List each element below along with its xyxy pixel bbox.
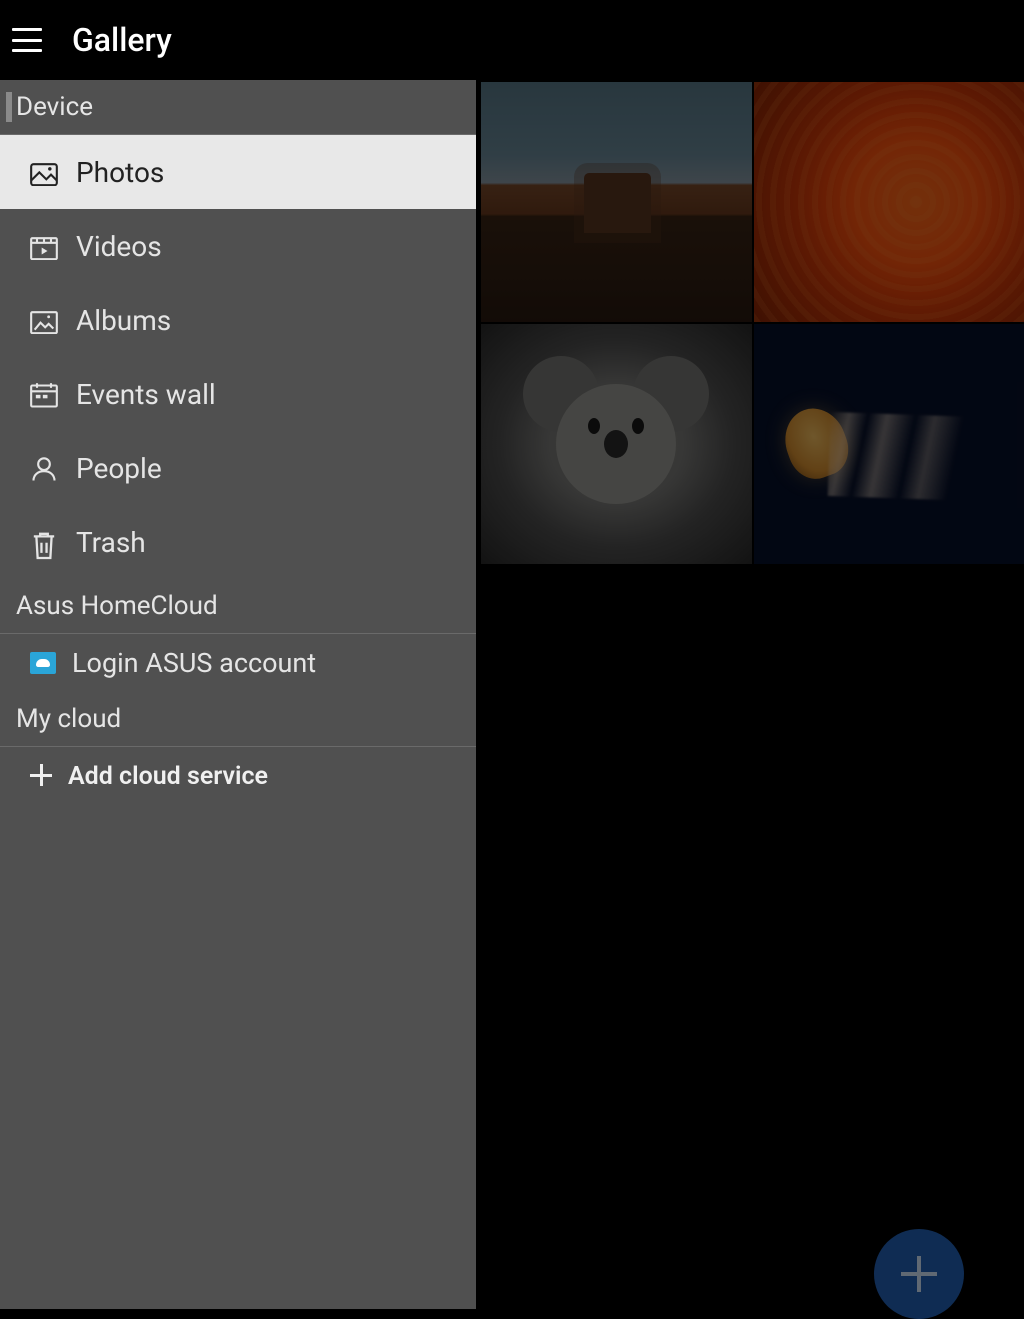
nav-label: Videos [76, 230, 162, 263]
hamburger-icon[interactable] [12, 28, 42, 52]
photo-grid [481, 82, 1024, 564]
nav-label: Trash [76, 526, 146, 559]
photo-thumbnail[interactable] [481, 82, 752, 322]
plus-icon [30, 764, 54, 788]
section-label: Device [16, 92, 93, 122]
nav-item-events-wall[interactable]: Events wall [0, 357, 476, 431]
section-header-device: Device [0, 80, 476, 135]
events-wall-icon [30, 382, 58, 406]
videos-icon [30, 234, 58, 258]
section-header-mycloud: My cloud [0, 692, 476, 747]
nav-label: People [76, 452, 162, 485]
people-icon [30, 456, 58, 480]
add-fab[interactable] [874, 1229, 964, 1319]
photos-icon [30, 160, 58, 184]
nav-label: Events wall [76, 378, 216, 411]
nav-item-videos[interactable]: Videos [0, 209, 476, 283]
content-area: Device Photos Videos Albums Events wall [0, 80, 1024, 1309]
section-header-homecloud: Asus HomeCloud [0, 579, 476, 634]
login-label: Login ASUS account [72, 647, 316, 679]
cloud-icon [30, 652, 56, 674]
photo-thumbnail[interactable] [754, 82, 1024, 322]
trash-icon [30, 530, 58, 554]
section-label: Asus HomeCloud [16, 591, 218, 621]
photo-thumbnail[interactable] [754, 324, 1024, 564]
albums-icon [30, 308, 58, 332]
section-label: My cloud [16, 704, 121, 734]
nav-item-albums[interactable]: Albums [0, 283, 476, 357]
nav-label: Photos [76, 156, 164, 189]
app-title: Gallery [72, 21, 172, 59]
nav-item-trash[interactable]: Trash [0, 505, 476, 579]
nav-item-people[interactable]: People [0, 431, 476, 505]
add-cloud-label: Add cloud service [68, 762, 268, 791]
login-asus-account[interactable]: Login ASUS account [0, 634, 476, 692]
add-cloud-service[interactable]: Add cloud service [0, 747, 476, 805]
nav-item-photos[interactable]: Photos [0, 135, 476, 209]
app-header: Gallery [0, 0, 1024, 80]
nav-label: Albums [76, 304, 171, 337]
photo-thumbnail[interactable] [481, 324, 752, 564]
navigation-drawer: Device Photos Videos Albums Events wall [0, 80, 476, 1309]
